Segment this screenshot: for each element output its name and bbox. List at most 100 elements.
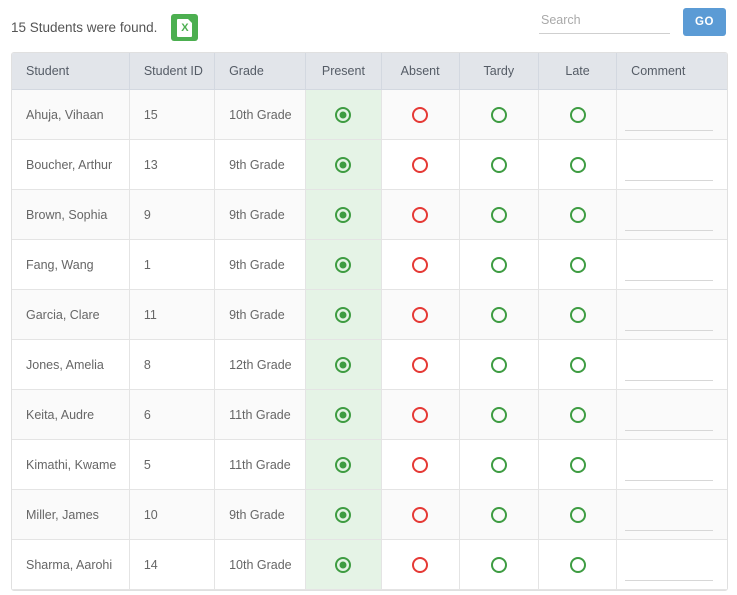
attendance-present-radio[interactable] <box>335 556 352 573</box>
attendance-absent-radio[interactable] <box>412 206 429 223</box>
attendance-present-cell[interactable] <box>305 539 382 590</box>
attendance-absent-radio[interactable] <box>412 256 429 273</box>
attendance-late-radio[interactable] <box>569 556 586 573</box>
attendance-tardy-radio[interactable] <box>490 306 507 323</box>
cell-comment[interactable] <box>616 289 727 340</box>
attendance-late-cell[interactable] <box>538 539 618 590</box>
attendance-absent-radio[interactable] <box>412 306 429 323</box>
cell-comment[interactable] <box>616 139 727 190</box>
attendance-absent-radio[interactable] <box>412 556 429 573</box>
attendance-absent-cell[interactable] <box>381 89 460 140</box>
attendance-absent-radio[interactable] <box>412 356 429 373</box>
attendance-present-radio[interactable] <box>335 206 352 223</box>
attendance-present-radio[interactable] <box>335 306 352 323</box>
attendance-tardy-cell[interactable] <box>459 339 539 390</box>
attendance-late-radio[interactable] <box>569 506 586 523</box>
cell-comment[interactable] <box>616 189 727 240</box>
comment-input[interactable] <box>625 263 714 281</box>
attendance-absent-radio[interactable] <box>412 456 429 473</box>
column-header-grade[interactable]: Grade <box>214 53 307 90</box>
attendance-late-radio[interactable] <box>569 356 586 373</box>
attendance-absent-cell[interactable] <box>381 389 460 440</box>
attendance-absent-radio[interactable] <box>412 406 429 423</box>
attendance-tardy-cell[interactable] <box>459 139 539 190</box>
attendance-tardy-radio[interactable] <box>490 406 507 423</box>
cell-comment[interactable] <box>616 89 727 140</box>
comment-input[interactable] <box>625 363 714 381</box>
attendance-present-radio[interactable] <box>335 106 352 123</box>
attendance-present-radio[interactable] <box>335 456 352 473</box>
attendance-present-radio[interactable] <box>335 156 352 173</box>
attendance-present-radio[interactable] <box>335 356 352 373</box>
attendance-tardy-cell[interactable] <box>459 89 539 140</box>
attendance-absent-cell[interactable] <box>381 489 460 540</box>
attendance-present-cell[interactable] <box>305 89 382 140</box>
attendance-absent-cell[interactable] <box>381 239 460 290</box>
attendance-late-cell[interactable] <box>538 139 618 190</box>
attendance-absent-radio[interactable] <box>412 506 429 523</box>
attendance-absent-cell[interactable] <box>381 439 460 490</box>
attendance-tardy-cell[interactable] <box>459 489 539 540</box>
attendance-absent-cell[interactable] <box>381 539 460 590</box>
attendance-late-cell[interactable] <box>538 289 618 340</box>
attendance-tardy-cell[interactable] <box>459 189 539 240</box>
attendance-late-cell[interactable] <box>538 189 618 240</box>
cell-comment[interactable] <box>616 439 727 490</box>
comment-input[interactable] <box>625 563 714 581</box>
attendance-absent-cell[interactable] <box>381 289 460 340</box>
attendance-present-cell[interactable] <box>305 239 382 290</box>
cell-comment[interactable] <box>616 389 727 440</box>
attendance-absent-cell[interactable] <box>381 139 460 190</box>
attendance-late-radio[interactable] <box>569 206 586 223</box>
attendance-tardy-cell[interactable] <box>459 289 539 340</box>
attendance-late-cell[interactable] <box>538 389 618 440</box>
column-header-late[interactable]: Late <box>538 53 618 90</box>
attendance-tardy-radio[interactable] <box>490 156 507 173</box>
cell-comment[interactable] <box>616 339 727 390</box>
export-excel-button[interactable]: X <box>171 14 199 41</box>
attendance-present-cell[interactable] <box>305 439 382 490</box>
attendance-present-cell[interactable] <box>305 139 382 190</box>
attendance-late-radio[interactable] <box>569 156 586 173</box>
attendance-late-cell[interactable] <box>538 489 618 540</box>
comment-input[interactable] <box>625 313 714 331</box>
attendance-late-radio[interactable] <box>569 456 586 473</box>
comment-input[interactable] <box>625 163 714 181</box>
attendance-tardy-radio[interactable] <box>490 256 507 273</box>
column-header-present[interactable]: Present <box>305 53 382 90</box>
attendance-late-cell[interactable] <box>538 89 618 140</box>
comment-input[interactable] <box>625 463 714 481</box>
attendance-absent-cell[interactable] <box>381 189 460 240</box>
attendance-late-cell[interactable] <box>538 439 618 490</box>
attendance-tardy-radio[interactable] <box>490 356 507 373</box>
column-header-absent[interactable]: Absent <box>381 53 460 90</box>
attendance-absent-cell[interactable] <box>381 339 460 390</box>
search-input[interactable] <box>539 8 670 34</box>
attendance-tardy-radio[interactable] <box>490 456 507 473</box>
attendance-late-radio[interactable] <box>569 406 586 423</box>
attendance-present-radio[interactable] <box>335 256 352 273</box>
attendance-absent-radio[interactable] <box>412 156 429 173</box>
column-header-student[interactable]: Student <box>12 53 130 90</box>
attendance-present-cell[interactable] <box>305 489 382 540</box>
attendance-tardy-cell[interactable] <box>459 239 539 290</box>
attendance-late-radio[interactable] <box>569 306 586 323</box>
attendance-absent-radio[interactable] <box>412 106 429 123</box>
attendance-tardy-radio[interactable] <box>490 106 507 123</box>
column-header-tardy[interactable]: Tardy <box>459 53 539 90</box>
attendance-present-cell[interactable] <box>305 339 382 390</box>
attendance-tardy-cell[interactable] <box>459 539 539 590</box>
attendance-present-cell[interactable] <box>305 389 382 440</box>
attendance-present-radio[interactable] <box>335 406 352 423</box>
comment-input[interactable] <box>625 113 714 131</box>
comment-input[interactable] <box>625 213 714 231</box>
cell-comment[interactable] <box>616 239 727 290</box>
attendance-present-cell[interactable] <box>305 189 382 240</box>
attendance-tardy-cell[interactable] <box>459 439 539 490</box>
comment-input[interactable] <box>625 413 714 431</box>
column-header-student-id[interactable]: Student ID <box>129 53 216 90</box>
cell-comment[interactable] <box>616 489 727 540</box>
attendance-tardy-radio[interactable] <box>490 206 507 223</box>
attendance-tardy-radio[interactable] <box>490 556 507 573</box>
attendance-tardy-cell[interactable] <box>459 389 539 440</box>
